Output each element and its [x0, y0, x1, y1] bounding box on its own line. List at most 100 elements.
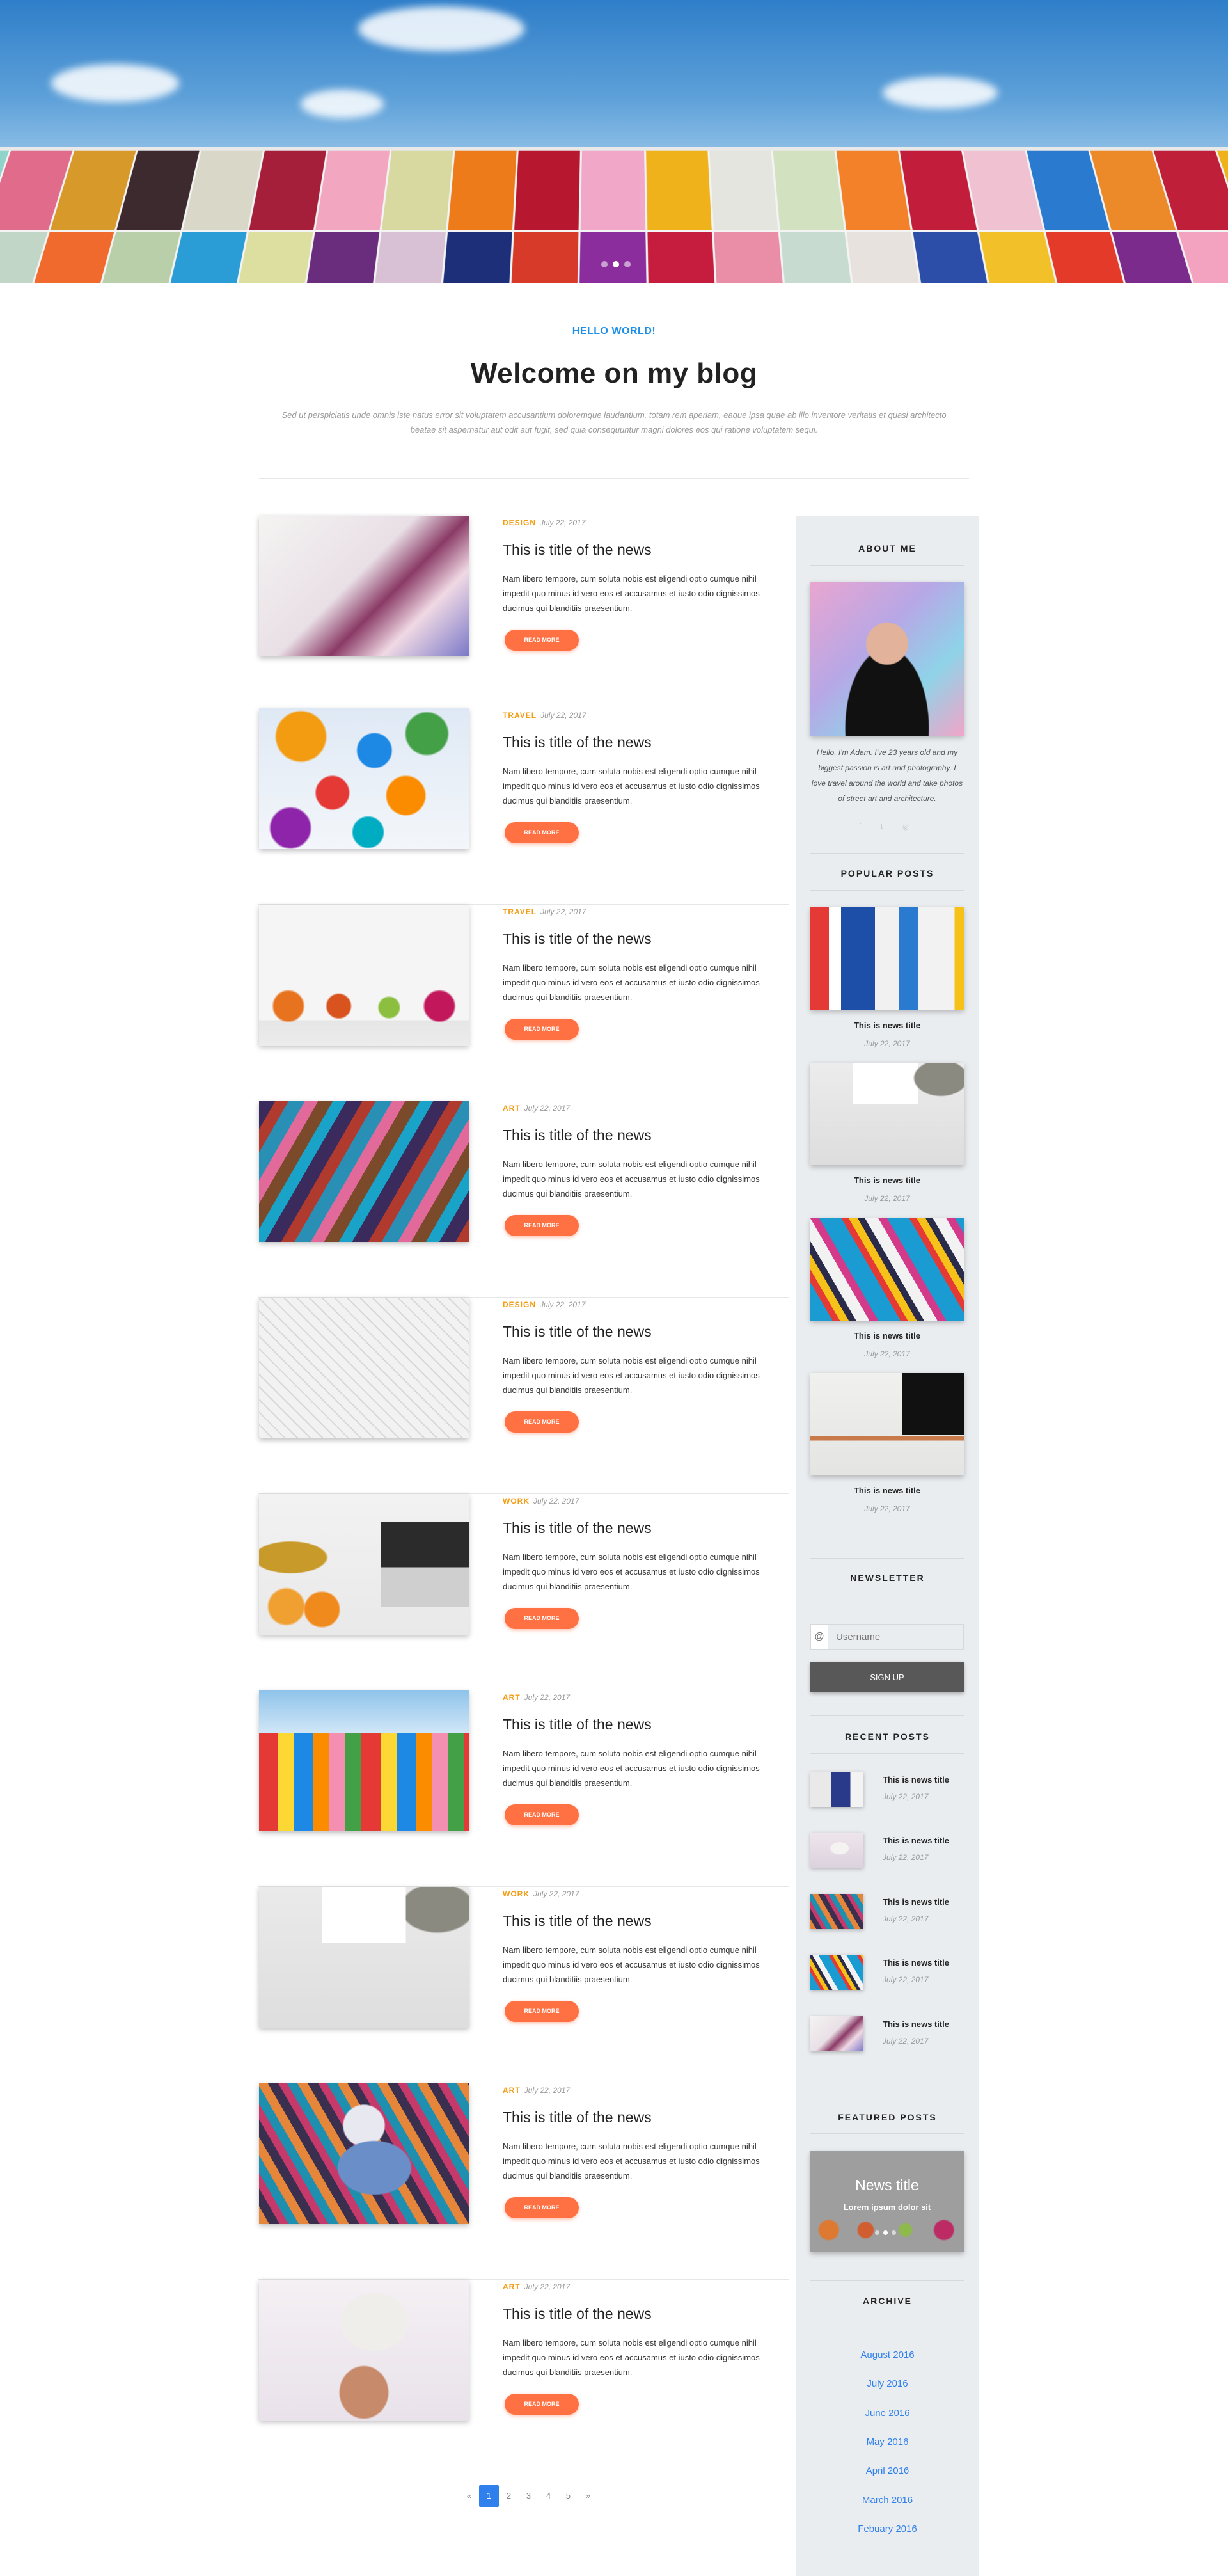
- post-image[interactable]: [259, 1690, 469, 1831]
- post-image[interactable]: [259, 516, 469, 656]
- post-category[interactable]: TRAVEL: [503, 907, 537, 916]
- read-more-button[interactable]: READ MORE: [505, 2197, 579, 2218]
- post-date: July 22, 2017: [524, 1104, 571, 1113]
- pagination-next[interactable]: »: [578, 2485, 598, 2507]
- featured-slider-dots: [875, 2230, 896, 2235]
- pagination-prev[interactable]: «: [459, 2485, 479, 2507]
- post-title[interactable]: This is title of the news: [503, 2305, 652, 2323]
- recent-post-item: This is news title July 22, 2017: [810, 1831, 964, 1869]
- username-input[interactable]: [828, 1624, 964, 1650]
- pagination-page-3[interactable]: 3: [519, 2485, 539, 2507]
- post-category[interactable]: WORK: [503, 1889, 530, 1898]
- post-category[interactable]: ART: [503, 2086, 521, 2095]
- post-image[interactable]: [259, 2083, 469, 2224]
- featured-post-slider[interactable]: News title Lorem ipsum dolor sit: [810, 2151, 964, 2252]
- archive-link[interactable]: April 2016: [796, 2465, 979, 2476]
- post-date: July 22, 2017: [524, 2282, 571, 2291]
- social-links: f t ◎: [859, 823, 910, 831]
- avatar: [810, 582, 964, 736]
- popular-post-image[interactable]: [810, 907, 964, 1010]
- pagination-page-2[interactable]: 2: [499, 2485, 519, 2507]
- post-date: July 22, 2017: [540, 1300, 586, 1309]
- post-image[interactable]: [259, 2280, 469, 2421]
- archive-link[interactable]: Febuary 2016: [796, 2524, 979, 2534]
- archive-link[interactable]: July 2016: [796, 2378, 979, 2389]
- recent-post-image[interactable]: [810, 1894, 863, 1929]
- post-list: DESIGN July 22, 2017 This is title of the…: [258, 516, 789, 2472]
- read-more-button[interactable]: READ MORE: [505, 1608, 579, 1629]
- recent-post-date: July 22, 2017: [883, 1792, 929, 1801]
- post-image[interactable]: [259, 905, 469, 1046]
- popular-post-image[interactable]: [810, 1373, 964, 1475]
- post-category[interactable]: DESIGN: [503, 518, 536, 527]
- slider-dot[interactable]: [624, 261, 631, 267]
- archive-link[interactable]: June 2016: [796, 2408, 979, 2419]
- post-title[interactable]: This is title of the news: [503, 1323, 652, 1340]
- post-item: DESIGN July 22, 2017 This is title of the…: [258, 1298, 789, 1494]
- slider-dot[interactable]: [892, 2230, 896, 2235]
- popular-post-image[interactable]: [810, 1218, 964, 1321]
- archive-link[interactable]: May 2016: [796, 2437, 979, 2447]
- popular-post-title[interactable]: This is news title: [810, 1021, 964, 1030]
- featured-post-text: Lorem ipsum dolor sit: [843, 2202, 931, 2212]
- post-category[interactable]: ART: [503, 2282, 521, 2291]
- read-more-button[interactable]: READ MORE: [505, 1411, 579, 1433]
- post-image[interactable]: [259, 1494, 469, 1635]
- read-more-button[interactable]: READ MORE: [505, 1804, 579, 1825]
- post-image[interactable]: [259, 708, 469, 849]
- popular-post-title[interactable]: This is news title: [810, 1331, 964, 1340]
- pagination-page-4[interactable]: 4: [539, 2485, 558, 2507]
- read-more-button[interactable]: READ MORE: [505, 2394, 579, 2415]
- facebook-icon[interactable]: f: [859, 823, 867, 831]
- archive-link[interactable]: March 2016: [796, 2495, 979, 2506]
- recent-post-image[interactable]: [810, 1955, 863, 1990]
- archive-link[interactable]: August 2016: [796, 2349, 979, 2360]
- signup-button[interactable]: SIGN UP: [810, 1662, 964, 1692]
- recent-post-image[interactable]: [810, 1833, 863, 1868]
- post-excerpt: Nam libero tempore, cum soluta nobis est…: [503, 2142, 760, 2181]
- recent-post-image[interactable]: [810, 1772, 863, 1807]
- post-category[interactable]: TRAVEL: [503, 711, 537, 720]
- slider-dot-active[interactable]: [613, 261, 619, 267]
- post-image[interactable]: [259, 1887, 469, 2028]
- post-title[interactable]: This is title of the news: [503, 2109, 652, 2126]
- post-title[interactable]: This is title of the news: [503, 734, 652, 751]
- pagination-page-1[interactable]: 1: [479, 2485, 499, 2507]
- post-title[interactable]: This is title of the news: [503, 1520, 652, 1537]
- twitter-icon[interactable]: t: [881, 823, 888, 831]
- read-more-button[interactable]: READ MORE: [505, 630, 579, 651]
- read-more-button[interactable]: READ MORE: [505, 1019, 579, 1040]
- post-date: July 22, 2017: [540, 711, 586, 720]
- popular-post-title[interactable]: This is news title: [810, 1175, 964, 1185]
- popular-post-date: July 22, 2017: [864, 1039, 910, 1048]
- post-title[interactable]: This is title of the news: [503, 930, 652, 948]
- pagination-page-5[interactable]: 5: [558, 2485, 578, 2507]
- cloud: [883, 77, 998, 109]
- post-image[interactable]: [259, 1101, 469, 1242]
- popular-post-title[interactable]: This is news title: [810, 1486, 964, 1495]
- post-image[interactable]: [259, 1298, 469, 1438]
- recent-post-title[interactable]: This is news title: [883, 1836, 949, 1845]
- post-category[interactable]: ART: [503, 1104, 521, 1113]
- instagram-icon[interactable]: ◎: [902, 823, 910, 831]
- post-title[interactable]: This is title of the news: [503, 1912, 652, 1930]
- read-more-button[interactable]: READ MORE: [505, 822, 579, 843]
- slider-dot[interactable]: [601, 261, 608, 267]
- read-more-button[interactable]: READ MORE: [505, 2001, 579, 2022]
- read-more-button[interactable]: READ MORE: [505, 1215, 579, 1236]
- recent-post-title[interactable]: This is news title: [883, 1775, 949, 1785]
- post-category[interactable]: DESIGN: [503, 1300, 536, 1309]
- recent-post-title[interactable]: This is news title: [883, 2019, 949, 2029]
- slider-dot[interactable]: [875, 2230, 879, 2235]
- post-title[interactable]: This is title of the news: [503, 1716, 652, 1733]
- post-title[interactable]: This is title of the news: [503, 1127, 652, 1144]
- intro-section: HELLO WORLD! Welcome on my blog Sed ut p…: [0, 283, 1228, 479]
- recent-post-image[interactable]: [810, 2016, 863, 2051]
- slider-dot-active[interactable]: [883, 2230, 888, 2235]
- post-category[interactable]: WORK: [503, 1497, 530, 1506]
- popular-post-image[interactable]: [810, 1063, 964, 1165]
- recent-post-title[interactable]: This is news title: [883, 1897, 949, 1907]
- post-category[interactable]: ART: [503, 1693, 521, 1702]
- recent-post-title[interactable]: This is news title: [883, 1958, 949, 1968]
- post-title[interactable]: This is title of the news: [503, 541, 652, 559]
